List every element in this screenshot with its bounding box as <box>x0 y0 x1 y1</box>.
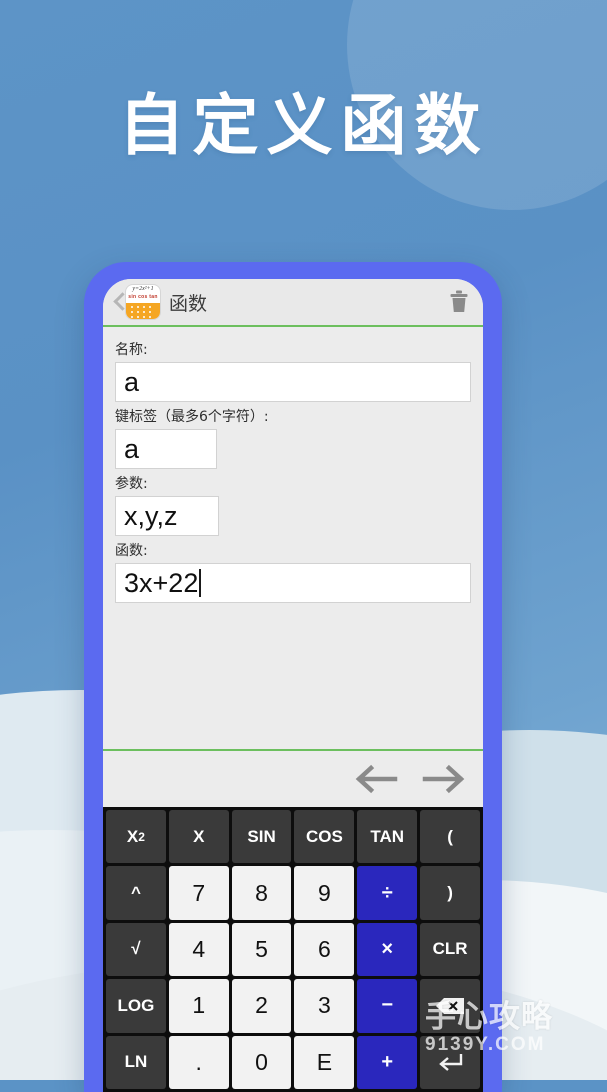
app-icon-trig: sin cos tan <box>128 294 158 300</box>
app-bar: y=2x²+1 sin cos tan 函数 <box>103 279 483 327</box>
key-7[interactable]: 7 <box>168 866 229 920</box>
function-input[interactable]: 3x+2 2 <box>115 563 471 603</box>
key-exponent[interactable]: E <box>294 1035 355 1089</box>
arrow-right-icon[interactable] <box>421 762 469 796</box>
text-caret <box>199 569 202 597</box>
function-superscript: 2 <box>183 567 199 598</box>
key-1[interactable]: 1 <box>168 979 229 1033</box>
key-power[interactable]: ^ <box>106 866 166 920</box>
key-sqrt[interactable]: √ <box>106 922 166 977</box>
key-6[interactable]: 6 <box>294 922 355 977</box>
key-log[interactable]: LOG <box>106 979 166 1033</box>
key-plus[interactable]: + <box>357 1035 418 1089</box>
key-divide[interactable]: ÷ <box>357 866 418 920</box>
key-x[interactable]: X <box>168 810 229 864</box>
key-5[interactable]: 5 <box>231 922 292 977</box>
key-superscript: 2 <box>138 829 145 844</box>
key-x-squared[interactable]: X2 <box>106 810 166 864</box>
parameters-label: 参数: <box>115 476 148 492</box>
key-enter[interactable] <box>420 1035 480 1089</box>
key-label-input[interactable]: a <box>115 429 217 469</box>
navigation-strip <box>103 749 483 807</box>
app-icon-equation: y=2x²+1 <box>132 286 154 292</box>
key-sin[interactable]: SIN <box>231 810 292 864</box>
key-cos[interactable]: COS <box>294 810 355 864</box>
app-icon: y=2x²+1 sin cos tan <box>125 284 161 320</box>
key-0[interactable]: 0 <box>231 1035 292 1089</box>
name-label: 名称: <box>115 342 148 358</box>
key-8[interactable]: 8 <box>231 866 292 920</box>
parameters-value: x,y,z <box>124 500 178 531</box>
promo-headline: 自定义函数 <box>118 87 489 164</box>
phone-frame: y=2x²+1 sin cos tan 函数 名称: a 键标签（最多6个字符）… <box>84 262 502 1092</box>
phone-screen: y=2x²+1 sin cos tan 函数 名称: a 键标签（最多6个字符）… <box>103 279 483 1092</box>
arrow-left-icon[interactable] <box>351 762 399 796</box>
trash-icon[interactable] <box>449 290 469 313</box>
function-form: 名称: a 键标签（最多6个字符）: a 参数: x,y,z 函数: 3x+2 2 <box>103 327 483 749</box>
key-decimal[interactable]: . <box>168 1035 229 1089</box>
name-input[interactable]: a <box>115 362 471 402</box>
key-label: X <box>126 826 139 846</box>
app-icon-keypad <box>126 303 160 319</box>
key-clear[interactable]: CLR <box>420 922 480 977</box>
key-9[interactable]: 9 <box>294 866 355 920</box>
backspace-icon <box>436 997 465 1014</box>
function-label: 函数: <box>115 543 148 559</box>
key-ln[interactable]: LN <box>106 1035 166 1089</box>
key-backspace[interactable] <box>420 979 480 1033</box>
key-minus[interactable]: − <box>357 979 418 1033</box>
key-4[interactable]: 4 <box>168 922 229 977</box>
key-label-value: a <box>124 433 140 464</box>
key-tan[interactable]: TAN <box>357 810 418 864</box>
page-title: 函数 <box>169 292 208 315</box>
key-open-paren[interactable]: ( <box>420 810 480 864</box>
key-3[interactable]: 3 <box>294 979 355 1033</box>
calculator-keypad: X2 X SIN COS TAN ( ^ 7 8 9 ÷ ) √ 4 5 6 ×… <box>103 807 483 1092</box>
key-label-label: 键标签（最多6个字符）: <box>115 409 269 425</box>
key-multiply[interactable]: × <box>357 922 418 977</box>
function-value: 3x+2 <box>124 567 184 598</box>
parameters-input[interactable]: x,y,z <box>115 496 219 536</box>
name-value: a <box>124 366 140 397</box>
key-close-paren[interactable]: ) <box>420 866 480 920</box>
key-2[interactable]: 2 <box>231 979 292 1033</box>
enter-icon <box>439 1054 463 1072</box>
